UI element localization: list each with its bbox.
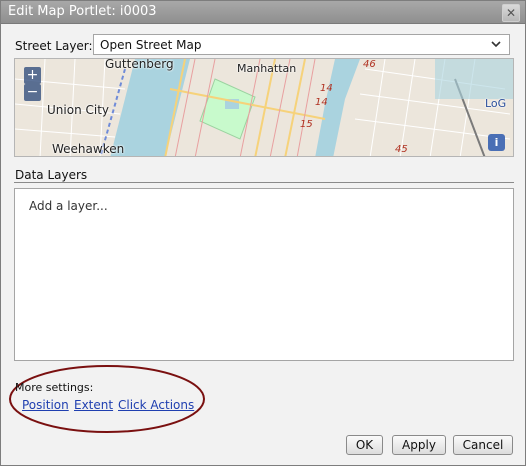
- position-link[interactable]: Position: [22, 398, 69, 412]
- zoom-in-button[interactable]: +: [24, 67, 41, 84]
- street-layer-value: Open Street Map: [100, 38, 202, 52]
- map-route-number: 14: [320, 83, 333, 94]
- data-layers-label: Data Layers: [15, 168, 88, 182]
- add-layer-input[interactable]: [27, 198, 501, 214]
- title-bar[interactable]: Edit Map Portlet: i0003 ✕: [1, 1, 525, 24]
- zoom-out-button[interactable]: −: [24, 84, 41, 101]
- edit-map-portlet-dialog: Edit Map Portlet: i0003 ✕ Street Layer: …: [0, 0, 526, 466]
- cancel-button[interactable]: Cancel: [453, 435, 513, 455]
- map-label-loc: LoG: [485, 97, 507, 110]
- click-actions-link[interactable]: Click Actions: [118, 398, 194, 412]
- street-layer-select[interactable]: Open Street Map: [93, 34, 510, 55]
- chevron-down-icon: [491, 41, 501, 48]
- close-icon[interactable]: ✕: [502, 4, 520, 22]
- ok-button[interactable]: OK: [346, 435, 383, 455]
- map-label-weehawken: Weehawken: [52, 142, 125, 156]
- map-info-icon[interactable]: i: [488, 134, 505, 151]
- map-route-number: 14: [315, 97, 328, 108]
- apply-button[interactable]: Apply: [392, 435, 446, 455]
- map-label-guttenberg: Guttenberg: [105, 58, 174, 71]
- map-route-number: 46: [363, 59, 376, 70]
- map-label-manhattan: Manhattan: [237, 62, 297, 75]
- data-layers-divider: [14, 182, 514, 183]
- map-label-union-city: Union City: [47, 103, 110, 117]
- dialog-title: Edit Map Portlet: i0003: [8, 4, 157, 19]
- more-settings-label: More settings:: [15, 381, 94, 394]
- street-layer-label: Street Layer:: [15, 39, 93, 53]
- map-route-number: 45: [395, 144, 408, 155]
- map-preview[interactable]: + − Guttenberg Manhattan Union City Weeh…: [14, 58, 514, 157]
- data-layers-box[interactable]: [14, 188, 514, 361]
- map-route-number: 15: [300, 119, 313, 130]
- extent-link[interactable]: Extent: [74, 398, 113, 412]
